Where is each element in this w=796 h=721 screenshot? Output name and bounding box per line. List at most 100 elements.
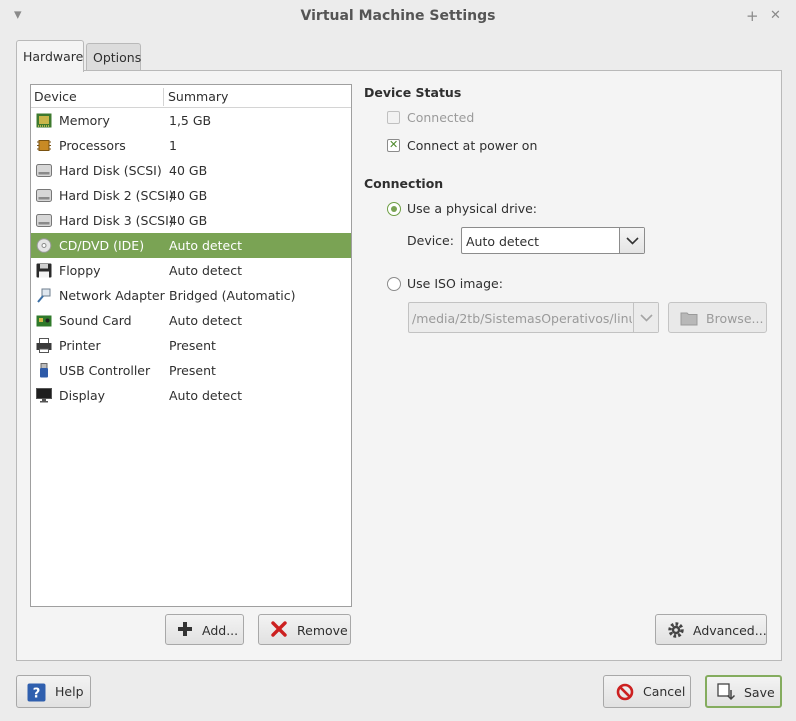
device-name: Sound Card xyxy=(59,313,132,328)
chevron-down-icon[interactable] xyxy=(619,228,644,253)
iso-image-label: Use ISO image: xyxy=(407,276,503,291)
device-name: Display xyxy=(59,388,106,403)
remove-button[interactable]: Remove xyxy=(258,614,351,645)
remove-x-icon xyxy=(271,621,289,639)
device-list-header: Device Summary xyxy=(31,85,351,108)
device-label: Device: xyxy=(407,233,454,248)
device-summary: Bridged (Automatic) xyxy=(169,288,296,303)
connected-checkbox[interactable] xyxy=(387,111,400,124)
device-name: CD/DVD (IDE) xyxy=(59,238,145,253)
cancel-button[interactable]: Cancel xyxy=(603,675,691,708)
advanced-button-label: Advanced... xyxy=(693,623,767,638)
device-summary: 1 xyxy=(169,138,177,153)
device-summary: Auto detect xyxy=(169,313,242,328)
close-icon[interactable]: ✕ xyxy=(770,8,781,24)
connection-heading: Connection xyxy=(364,176,444,191)
device-name: Hard Disk (SCSI) xyxy=(59,163,162,178)
device-row[interactable]: USB Controller Present xyxy=(31,358,351,383)
display-icon xyxy=(36,388,52,403)
device-status-heading: Device Status xyxy=(364,85,462,100)
device-row[interactable]: Hard Disk (SCSI) 40 GB xyxy=(31,158,351,183)
device-summary: Present xyxy=(169,363,216,378)
device-name: Hard Disk 2 (SCSI) xyxy=(59,188,174,203)
plus-icon xyxy=(177,621,195,639)
hard-disk-icon xyxy=(36,213,52,228)
iso-path-value: /media/2tb/SistemasOperativos/linuxm xyxy=(412,311,632,326)
title-bar: ▾ Virtual Machine Settings + ✕ xyxy=(0,0,796,34)
connect-power-on-label: Connect at power on xyxy=(407,138,538,153)
connected-label: Connected xyxy=(407,110,475,125)
column-separator xyxy=(163,88,164,106)
iso-image-radio[interactable] xyxy=(387,277,401,291)
cancel-button-label: Cancel xyxy=(643,684,686,699)
save-icon xyxy=(717,683,736,701)
device-name: Printer xyxy=(59,338,101,353)
svg-text:?: ? xyxy=(33,687,41,702)
device-name: Memory xyxy=(59,113,110,128)
advanced-button[interactable]: Advanced... xyxy=(655,614,767,645)
device-summary: 1,5 GB xyxy=(169,113,212,128)
device-summary: 40 GB xyxy=(169,163,208,178)
physical-drive-label: Use a physical drive: xyxy=(407,201,538,216)
add-button[interactable]: Add... xyxy=(165,614,244,645)
connect-power-on-checkbox[interactable]: ✕ xyxy=(387,138,400,152)
device-select[interactable]: Auto detect xyxy=(461,227,645,254)
column-summary[interactable]: Summary xyxy=(168,89,228,104)
device-summary: Auto detect xyxy=(169,263,242,278)
device-row[interactable]: Printer Present xyxy=(31,333,351,358)
remove-button-label: Remove xyxy=(297,623,348,638)
save-button-label: Save xyxy=(744,685,775,700)
cd-dvd-icon xyxy=(36,238,52,253)
tab-options[interactable]: Options xyxy=(86,43,141,73)
usb-icon xyxy=(36,363,52,378)
device-row[interactable]: Hard Disk 3 (SCSI) 40 GB xyxy=(31,208,351,233)
device-row[interactable]: Display Auto detect xyxy=(31,383,351,408)
processor-icon xyxy=(36,138,52,153)
device-row[interactable]: CD/DVD (IDE) Auto detect xyxy=(31,233,351,258)
sound-card-icon xyxy=(36,313,52,328)
help-button[interactable]: ? Help xyxy=(16,675,91,708)
network-adapter-icon xyxy=(36,288,52,303)
hard-disk-icon xyxy=(36,188,52,203)
iso-path-select[interactable]: /media/2tb/SistemasOperativos/linuxm xyxy=(408,302,659,333)
help-icon: ? xyxy=(27,683,46,702)
add-button-label: Add... xyxy=(202,623,239,638)
device-name: Network Adapter xyxy=(59,288,165,303)
device-summary: Auto detect xyxy=(169,388,242,403)
device-rows: Memory 1,5 GB Processors 1 Hard Disk (SCSI) 4… xyxy=(31,108,351,408)
help-button-label: Help xyxy=(55,684,84,699)
save-button[interactable]: Save xyxy=(705,675,782,708)
device-name: Floppy xyxy=(59,263,101,278)
device-summary: Auto detect xyxy=(169,238,242,253)
hard-disk-icon xyxy=(36,163,52,178)
device-row[interactable]: Floppy Auto detect xyxy=(31,258,351,283)
device-summary: 40 GB xyxy=(169,213,208,228)
cancel-icon xyxy=(616,683,634,701)
device-row[interactable]: Hard Disk 2 (SCSI) 40 GB xyxy=(31,183,351,208)
device-select-value: Auto detect xyxy=(466,234,539,249)
device-list[interactable]: Device Summary Memory 1,5 GB Processors 1 Ha… xyxy=(30,84,352,607)
device-row[interactable]: Memory 1,5 GB xyxy=(31,108,351,133)
tab-hardware[interactable]: Hardware xyxy=(16,40,84,72)
device-name: Processors xyxy=(59,138,126,153)
check-mark-icon: ✕ xyxy=(389,138,399,151)
device-row[interactable]: Processors 1 xyxy=(31,133,351,158)
column-device[interactable]: Device xyxy=(34,89,77,104)
chevron-down-icon[interactable] xyxy=(633,303,658,332)
device-row[interactable]: Network Adapter Bridged (Automatic) xyxy=(31,283,351,308)
gear-icon xyxy=(667,621,685,639)
browse-button-label: Browse... xyxy=(706,311,764,326)
floppy-icon xyxy=(36,263,52,278)
device-name: Hard Disk 3 (SCSI) xyxy=(59,213,174,228)
window-title: Virtual Machine Settings xyxy=(300,8,496,24)
memory-icon xyxy=(36,113,52,128)
folder-icon xyxy=(680,309,698,327)
device-summary: 40 GB xyxy=(169,188,208,203)
device-summary: Present xyxy=(169,338,216,353)
browse-button[interactable]: Browse... xyxy=(668,302,767,333)
physical-drive-radio[interactable] xyxy=(387,202,401,216)
maximize-icon[interactable]: + xyxy=(746,8,759,24)
device-name: USB Controller xyxy=(59,363,151,378)
printer-icon xyxy=(36,338,52,353)
device-row[interactable]: Sound Card Auto detect xyxy=(31,308,351,333)
